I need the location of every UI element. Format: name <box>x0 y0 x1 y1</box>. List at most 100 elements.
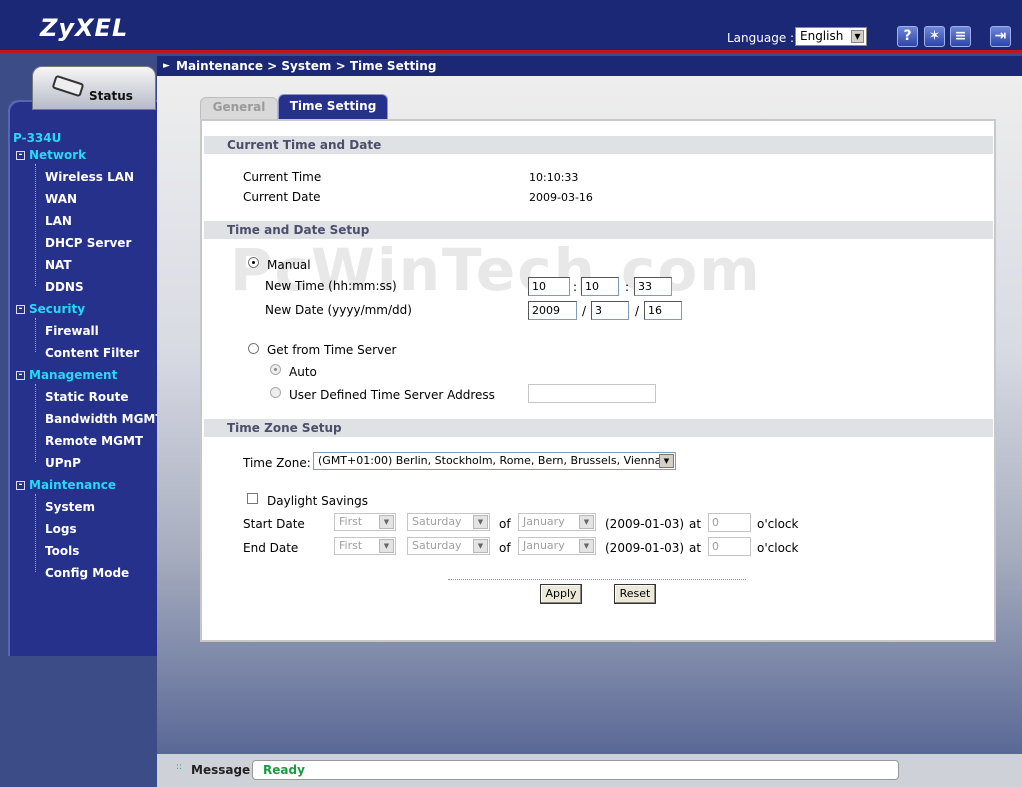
reset-button[interactable]: Reset <box>614 584 656 604</box>
server-address-input[interactable] <box>528 384 656 403</box>
user-server-radio[interactable] <box>270 387 281 398</box>
nav-item-bandwidth-mgmt[interactable]: Bandwidth MGMT <box>45 412 164 426</box>
nav-item-wan[interactable]: WAN <box>45 192 77 206</box>
second-input[interactable]: 33 <box>634 277 672 296</box>
chevron-down-icon: ▼ <box>473 515 488 529</box>
collapse-icon: - <box>16 151 25 160</box>
start-hour-input[interactable]: 0 <box>708 513 751 532</box>
date-separator: / <box>582 304 587 318</box>
nav-item-logs[interactable]: Logs <box>45 522 77 536</box>
start-date-preview: (2009-01-03) <box>605 517 685 531</box>
time-server-radio[interactable] <box>248 343 259 354</box>
nav-item-upnp[interactable]: UPnP <box>45 456 81 470</box>
current-date-value: 2009-03-16 <box>529 191 593 204</box>
nav-item-tools[interactable]: Tools <box>45 544 79 558</box>
start-month-value: January <box>523 515 565 528</box>
hour-input[interactable]: 10 <box>528 277 570 296</box>
user-server-label: User Defined Time Server Address <box>289 388 495 402</box>
current-date-label: Current Date <box>243 190 321 204</box>
nav-item-ddns[interactable]: DDNS <box>45 280 84 294</box>
auto-server-radio[interactable] <box>270 364 281 375</box>
chevron-down-icon: ▼ <box>579 515 594 529</box>
logout-icon[interactable]: ⇥ <box>990 26 1011 47</box>
language-select[interactable]: English ▼ <box>795 27 867 46</box>
start-week-select[interactable]: First ▼ <box>334 513 396 531</box>
auto-server-label: Auto <box>289 365 317 379</box>
chevron-down-icon: ▼ <box>473 539 488 553</box>
router-icon <box>51 74 85 98</box>
start-day-value: Saturday <box>412 515 462 528</box>
daylight-savings-checkbox[interactable] <box>247 493 258 504</box>
nav-group-network[interactable]: - Network <box>16 148 86 162</box>
time-zone-label: Time Zone: <box>243 456 311 470</box>
nav-item-nat[interactable]: NAT <box>45 258 72 272</box>
end-week-select[interactable]: First ▼ <box>334 537 396 555</box>
status-tab-label: Status <box>89 89 133 103</box>
nav-group-label: Maintenance <box>29 478 117 492</box>
nav-item-wireless-lan[interactable]: Wireless LAN <box>45 170 134 184</box>
help-icon[interactable]: ? <box>897 26 918 47</box>
collapse-icon: - <box>16 481 25 490</box>
section-time-zone: Time Zone Setup <box>204 419 993 437</box>
sitemap-icon[interactable]: ≡ <box>950 26 971 47</box>
nav-item-static-route[interactable]: Static Route <box>45 390 129 404</box>
end-date-label: End Date <box>243 541 299 555</box>
day-input[interactable]: 16 <box>644 301 682 320</box>
end-hour-input[interactable]: 0 <box>708 537 751 556</box>
minute-input[interactable]: 10 <box>581 277 619 296</box>
end-day-value: Saturday <box>412 539 462 552</box>
header-bar <box>0 0 1022 53</box>
time-server-label: Get from Time Server <box>267 343 397 357</box>
message-field: Ready <box>252 760 899 780</box>
at-label: at <box>689 541 702 555</box>
time-separator: : <box>625 280 630 294</box>
nav-item-lan[interactable]: LAN <box>45 214 72 228</box>
end-month-select[interactable]: January ▼ <box>518 537 596 555</box>
device-name: P-334U <box>13 131 62 145</box>
manual-label: Manual <box>267 258 311 272</box>
tree-line <box>35 494 36 572</box>
language-label: Language : <box>727 31 795 45</box>
chevron-down-icon: ▼ <box>379 515 394 529</box>
nav-group-label: Security <box>29 302 86 316</box>
brand-logo: ZyXEL <box>40 14 129 42</box>
nav-item-system[interactable]: System <box>45 500 95 514</box>
collapse-icon: - <box>16 371 25 380</box>
chevron-down-icon: ▼ <box>579 539 594 553</box>
nav-item-content-filter[interactable]: Content Filter <box>45 346 139 360</box>
tree-line <box>35 384 36 462</box>
time-zone-value: (GMT+01:00) Berlin, Stockholm, Rome, Ber… <box>318 454 662 467</box>
nav-group-security[interactable]: - Security <box>16 302 85 316</box>
nav-group-maintenance[interactable]: - Maintenance <box>16 478 116 492</box>
end-day-select[interactable]: Saturday ▼ <box>407 537 490 555</box>
of-label: of <box>499 541 511 555</box>
nav-item-config-mode[interactable]: Config Mode <box>45 566 129 580</box>
status-tab[interactable]: Status <box>32 66 156 110</box>
nav-group-label: Network <box>29 148 87 162</box>
nav-group-label: Management <box>29 368 118 382</box>
start-day-select[interactable]: Saturday ▼ <box>407 513 490 531</box>
wizard-icon[interactable]: ✶ <box>924 26 945 47</box>
tab-general[interactable]: General <box>200 97 278 119</box>
year-input[interactable]: 2009 <box>528 301 577 320</box>
end-month-value: January <box>523 539 565 552</box>
tree-line <box>35 164 36 286</box>
manual-radio[interactable] <box>248 257 259 268</box>
current-time-label: Current Time <box>243 170 322 184</box>
nav-group-management[interactable]: - Management <box>16 368 117 382</box>
chevron-down-icon: ▼ <box>379 539 394 553</box>
daylight-savings-label: Daylight Savings <box>267 494 368 508</box>
nav-item-remote-mgmt[interactable]: Remote MGMT <box>45 434 143 448</box>
nav-item-firewall[interactable]: Firewall <box>45 324 99 338</box>
nav-item-dhcp-server[interactable]: DHCP Server <box>45 236 131 250</box>
time-zone-select[interactable]: (GMT+01:00) Berlin, Stockholm, Rome, Ber… <box>313 452 676 470</box>
start-month-select[interactable]: January ▼ <box>518 513 596 531</box>
tab-time-setting[interactable]: Time Setting <box>278 94 388 119</box>
end-week-value: First <box>339 539 363 552</box>
month-input[interactable]: 3 <box>591 301 629 320</box>
end-date-preview: (2009-01-03) <box>605 541 685 555</box>
apply-button[interactable]: Apply <box>540 584 582 604</box>
time-separator: : <box>573 280 578 294</box>
message-icon: :: <box>176 762 183 772</box>
date-separator: / <box>635 304 640 318</box>
